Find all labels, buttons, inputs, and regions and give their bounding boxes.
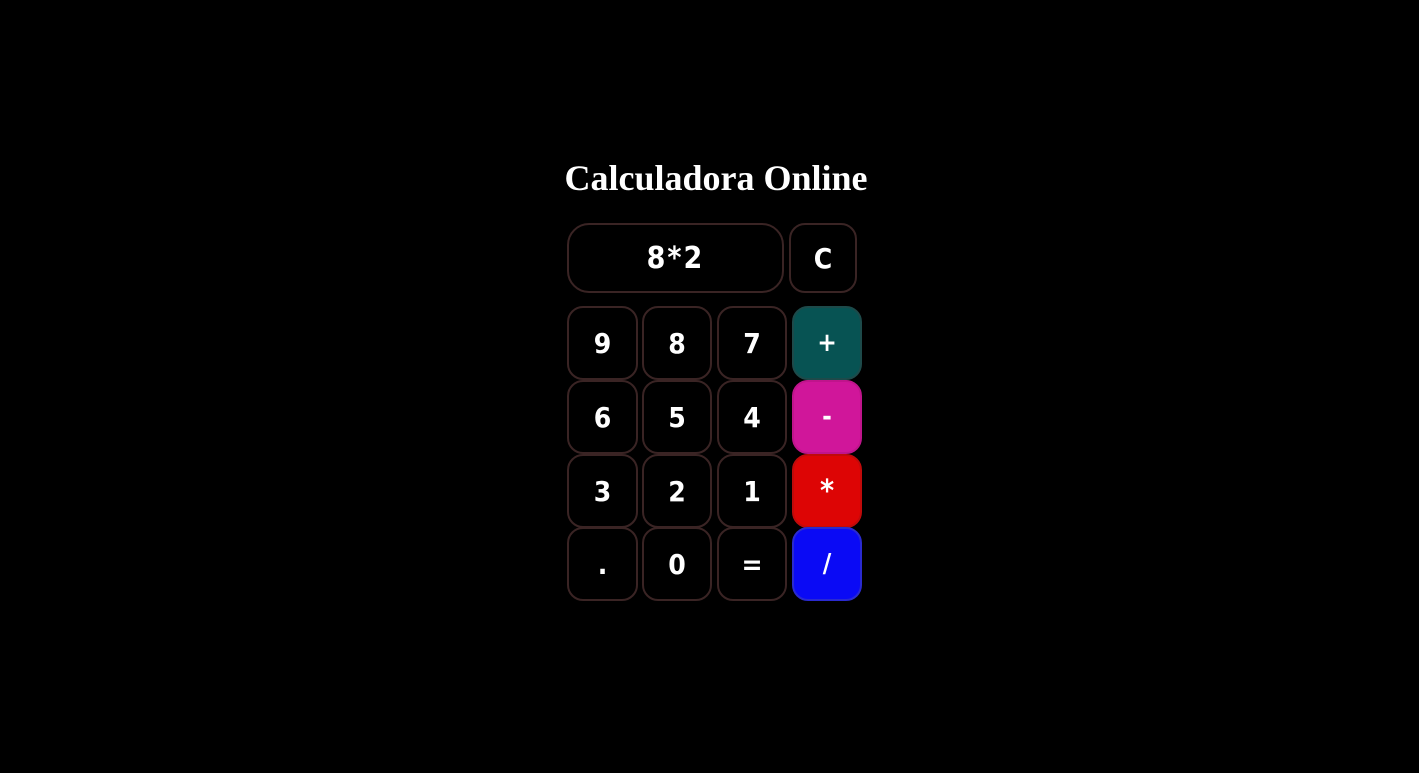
equals-button[interactable]: = [717,527,787,601]
digit-0-button[interactable]: 0 [642,527,712,601]
minus-button[interactable]: - [792,380,862,454]
digit-5-button[interactable]: 5 [642,380,712,454]
plus-button[interactable]: + [792,306,862,380]
digit-6-button[interactable]: 6 [567,380,638,454]
digit-9-button[interactable]: 9 [567,306,638,380]
calculator-page: Calculadora Online C 9 8 7 + 6 5 4 - 3 2… [0,0,1419,773]
clear-button[interactable]: C [789,223,857,293]
page-title: Calculadora Online [564,158,868,198]
digit-2-button[interactable]: 2 [642,454,712,528]
decimal-point-button[interactable]: . [567,527,638,601]
calculator-display[interactable] [567,223,784,293]
digit-4-button[interactable]: 4 [717,380,787,454]
digit-3-button[interactable]: 3 [567,454,638,528]
digit-7-button[interactable]: 7 [717,306,787,380]
digit-1-button[interactable]: 1 [717,454,787,528]
divide-button[interactable]: / [792,527,862,601]
digit-8-button[interactable]: 8 [642,306,712,380]
multiply-button[interactable]: * [792,454,862,528]
